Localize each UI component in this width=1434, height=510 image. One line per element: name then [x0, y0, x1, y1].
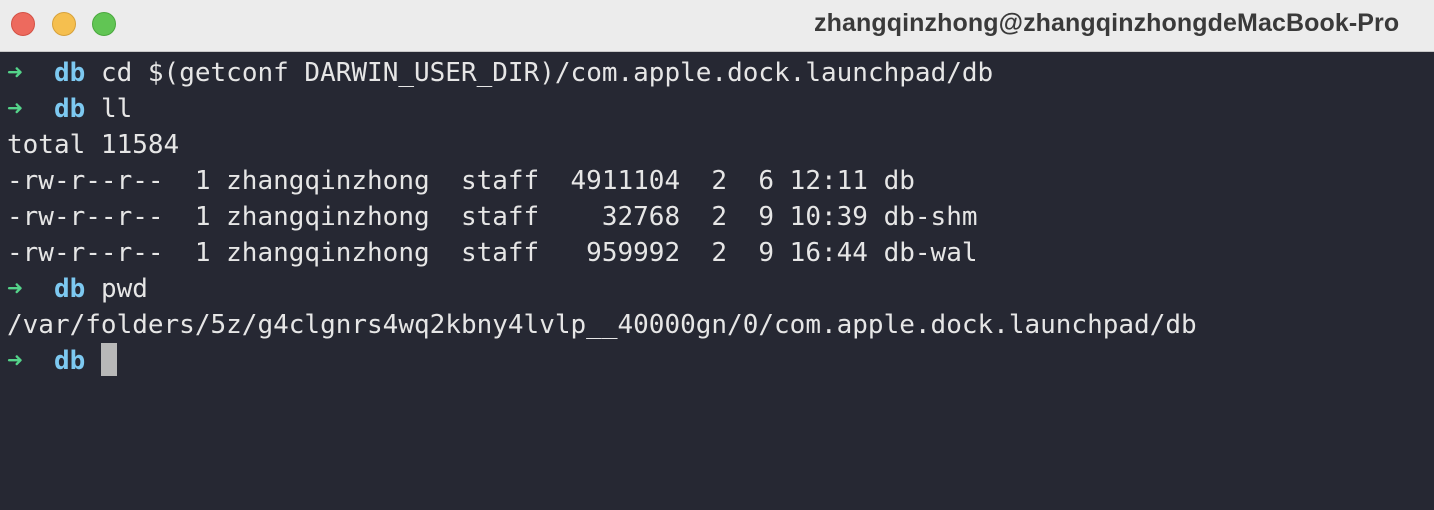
prompt-directory: db: [53, 94, 86, 124]
minimize-button[interactable]: [52, 12, 76, 36]
command-text: cd $(getconf DARWIN_USER_DIR)/com.apple.…: [100, 58, 994, 88]
prompt-arrow-icon: ➜: [7, 274, 23, 304]
prompt-directory: db: [53, 346, 86, 376]
output-text: total 11584: [7, 130, 180, 160]
window-title: zhangqinzhong@zhangqinzhongdeMacBook-Pro: [814, 9, 1400, 37]
command-text: ll: [100, 94, 133, 124]
output-line: -rw-r--r-- 1 zhangqinzhong staff 959992 …: [7, 235, 1434, 271]
output-line: /var/folders/5z/g4clgnrs4wq2kbny4lvlp__4…: [7, 307, 1434, 343]
command-line: ➜ db: [7, 343, 1434, 379]
command-text: pwd: [100, 274, 148, 304]
output-text: -rw-r--r-- 1 zhangqinzhong staff 959992 …: [7, 238, 978, 268]
prompt-arrow-icon: ➜: [7, 94, 23, 124]
zoom-button[interactable]: [92, 12, 116, 36]
command-line: ➜ db ll: [7, 91, 1434, 127]
text-cursor[interactable]: [100, 343, 117, 376]
terminal-window: zhangqinzhong@zhangqinzhongdeMacBook-Pro…: [0, 0, 1434, 510]
output-line: total 11584: [7, 127, 1434, 163]
output-text: /var/folders/5z/g4clgnrs4wq2kbny4lvlp__4…: [7, 310, 1197, 340]
output-text: -rw-r--r-- 1 zhangqinzhong staff 4911104…: [7, 166, 915, 196]
output-text: -rw-r--r-- 1 zhangqinzhong staff 32768 2…: [7, 202, 978, 232]
output-line: -rw-r--r-- 1 zhangqinzhong staff 32768 2…: [7, 199, 1434, 235]
prompt-arrow-icon: ➜: [7, 346, 23, 376]
prompt-arrow-icon: ➜: [7, 58, 23, 88]
title-bar[interactable]: zhangqinzhong@zhangqinzhongdeMacBook-Pro: [0, 0, 1434, 52]
command-line: ➜ db cd $(getconf DARWIN_USER_DIR)/com.a…: [7, 55, 1434, 91]
output-line: -rw-r--r-- 1 zhangqinzhong staff 4911104…: [7, 163, 1434, 199]
prompt-directory: db: [53, 58, 86, 88]
command-line: ➜ db pwd: [7, 271, 1434, 307]
terminal-output[interactable]: ➜ db cd $(getconf DARWIN_USER_DIR)/com.a…: [0, 55, 1434, 510]
prompt-directory: db: [53, 274, 86, 304]
close-button[interactable]: [11, 12, 35, 36]
